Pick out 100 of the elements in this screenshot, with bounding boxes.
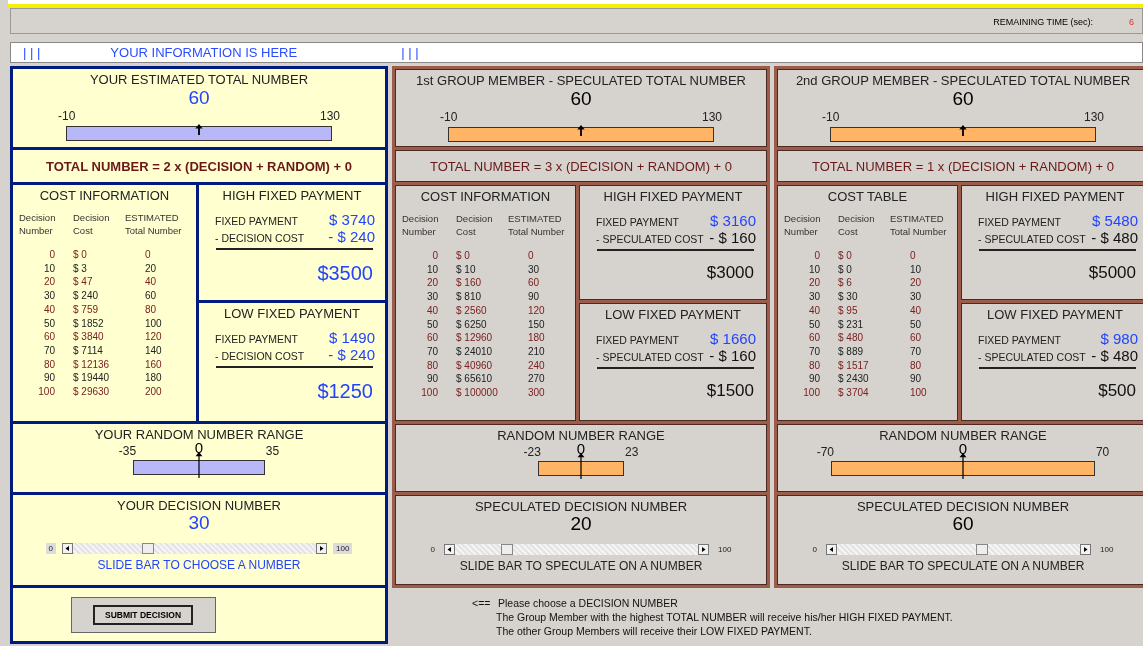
table-cell-text: $ 480 bbox=[838, 331, 865, 345]
slider-bar[interactable] bbox=[826, 544, 1092, 555]
table-cell-text: 90 bbox=[42, 371, 56, 386]
table-cell-text: 0 bbox=[813, 249, 821, 263]
net-payment: $1500 bbox=[706, 381, 754, 401]
payment-label: FIXED PAYMENT bbox=[596, 216, 680, 228]
table-cell-text: 0 bbox=[527, 249, 535, 263]
net-payment: $3500 bbox=[317, 262, 373, 285]
table-cell-text: $ 24010 bbox=[456, 344, 494, 359]
table-cell-text: 0 bbox=[144, 248, 152, 262]
payment-value: $ 5480 bbox=[1092, 212, 1138, 229]
box-title: HIGH FIXED PAYMENT bbox=[984, 188, 1126, 204]
payment-value: $ 1490 bbox=[329, 329, 375, 346]
table-cell-text: $ 100000 bbox=[456, 386, 499, 400]
column-header: Decision Cost bbox=[73, 211, 111, 237]
cost-label: - SPECULATED COST bbox=[596, 351, 704, 363]
net-payment: $3000 bbox=[706, 263, 754, 283]
table-cell-text: $ 0 bbox=[456, 249, 471, 263]
table-cell-text: 60 bbox=[144, 289, 158, 303]
scroll-right-icon[interactable] bbox=[316, 543, 328, 554]
box-title: HIGH FIXED PAYMENT bbox=[602, 188, 744, 204]
slider-thumb[interactable] bbox=[501, 544, 514, 555]
table-cell-text: 80 bbox=[909, 358, 923, 373]
table-cell-text: 210 bbox=[527, 344, 546, 359]
table-cell-text: $ 7114 bbox=[73, 343, 104, 358]
column-header: ESTIMATED Total Number bbox=[125, 211, 183, 237]
cost-label: - SPECULATED COST bbox=[978, 351, 1086, 363]
total-value: 60 bbox=[952, 88, 974, 110]
scroll-right-icon[interactable] bbox=[698, 544, 710, 555]
slider-thumb[interactable] bbox=[142, 543, 155, 554]
table-cell-text: 90 bbox=[527, 290, 541, 304]
cost-label: - DECISION COST bbox=[215, 350, 305, 362]
slider-bar[interactable] bbox=[444, 544, 710, 555]
slider-thumb[interactable] bbox=[975, 544, 988, 555]
table-cell-text: $ 6250 bbox=[456, 317, 488, 332]
slider-hint: SLIDE BAR TO SPECULATE ON A NUMBER bbox=[458, 559, 704, 573]
slider-min: 0 bbox=[429, 544, 437, 555]
table-cell-text: $ 1517 bbox=[838, 358, 870, 373]
table-cell-text: 40 bbox=[144, 275, 158, 290]
scroll-left-icon[interactable] bbox=[62, 543, 74, 554]
payment-value: $ 3740 bbox=[329, 211, 375, 228]
slider-max: 100 bbox=[333, 543, 353, 554]
range-center: 0 bbox=[958, 440, 968, 457]
total-value: 60 bbox=[188, 87, 210, 109]
table-cell-text: 200 bbox=[144, 385, 163, 399]
scroll-right-icon[interactable] bbox=[1080, 544, 1092, 555]
marker-arrow-icon bbox=[959, 453, 967, 479]
table-cell-text: 60 bbox=[807, 331, 821, 345]
table-cell-text: $ 19440 bbox=[73, 371, 111, 386]
table-cell-text: 60 bbox=[42, 330, 56, 344]
table-cell-text: 80 bbox=[807, 358, 821, 373]
column-header: Decision Number bbox=[402, 212, 440, 238]
column-header: ESTIMATED Total Number bbox=[508, 212, 566, 238]
table-cell-text: 0 bbox=[909, 249, 917, 263]
table-cell-text: 160 bbox=[144, 357, 163, 372]
table-cell-text: 100 bbox=[37, 385, 56, 399]
separator-marks: | | | bbox=[23, 45, 41, 60]
scale-max: 130 bbox=[701, 110, 722, 124]
column-header: Decision Cost bbox=[456, 212, 494, 238]
table-cell-text: 120 bbox=[527, 303, 546, 318]
box-title: LOW FIXED PAYMENT bbox=[986, 306, 1124, 322]
table-cell-text: $ 0 bbox=[73, 248, 88, 262]
table-cell-text: 70 bbox=[807, 344, 821, 359]
table-cell-text: 100 bbox=[144, 316, 163, 331]
table-cell-text: $ 0 bbox=[838, 262, 853, 277]
table-cell-text: $ 2560 bbox=[456, 303, 488, 318]
box-title: SPECULATED DECISION NUMBER bbox=[473, 498, 689, 514]
table-cell-text: 70 bbox=[42, 343, 56, 358]
box-title: SPECULATED DECISION NUMBER bbox=[855, 498, 1071, 514]
table-cell-text: $ 889 bbox=[838, 344, 865, 359]
table-cell-text: $ 231 bbox=[838, 317, 865, 332]
table-cell-text: $ 65610 bbox=[456, 372, 494, 387]
cost-label: - DECISION COST bbox=[215, 232, 305, 244]
remaining-time-label: REMAINING TIME (sec): bbox=[993, 17, 1093, 27]
table-cell-text: $ 95 bbox=[838, 303, 859, 318]
box-title: RANDOM NUMBER RANGE bbox=[878, 427, 1048, 443]
scroll-left-icon[interactable] bbox=[826, 544, 838, 555]
slider-bar[interactable] bbox=[62, 543, 328, 554]
table-title: COST INFORMATION bbox=[38, 187, 171, 203]
scale-min: -10 bbox=[58, 109, 76, 123]
table-cell-text: 40 bbox=[425, 303, 439, 318]
scroll-left-icon[interactable] bbox=[444, 544, 456, 555]
table-cell-text: 70 bbox=[425, 344, 439, 359]
range-max: 23 bbox=[625, 445, 639, 459]
range-min: -23 bbox=[523, 445, 541, 459]
table-cell-text: $ 30 bbox=[838, 290, 859, 304]
column-header: Decision Number bbox=[784, 212, 822, 238]
table-cell-text: 300 bbox=[527, 386, 546, 400]
table-cell-text: 40 bbox=[42, 302, 56, 317]
table-cell-text: 100 bbox=[420, 386, 439, 400]
box-title: LOW FIXED PAYMENT bbox=[223, 305, 361, 321]
payment-value: $ 1660 bbox=[710, 330, 756, 347]
submit-button[interactable]: SUBMIT DECISION bbox=[93, 604, 193, 625]
table-cell-text: 30 bbox=[807, 290, 821, 304]
info-heading: YOUR INFORMATION IS HERE bbox=[110, 45, 298, 60]
instruction-text: The Group Member with the highest TOTAL NUMBER will receive his/her HIGH FIXED PAYMENT. bbox=[496, 611, 953, 623]
instruction-text: The other Group Members will receive their LOW FIXED PAYMENT. bbox=[496, 625, 813, 637]
instruction-text: Please choose a DECISION NUMBER bbox=[498, 597, 679, 609]
scale-min: -10 bbox=[822, 110, 840, 124]
range-min: -35 bbox=[118, 444, 137, 458]
